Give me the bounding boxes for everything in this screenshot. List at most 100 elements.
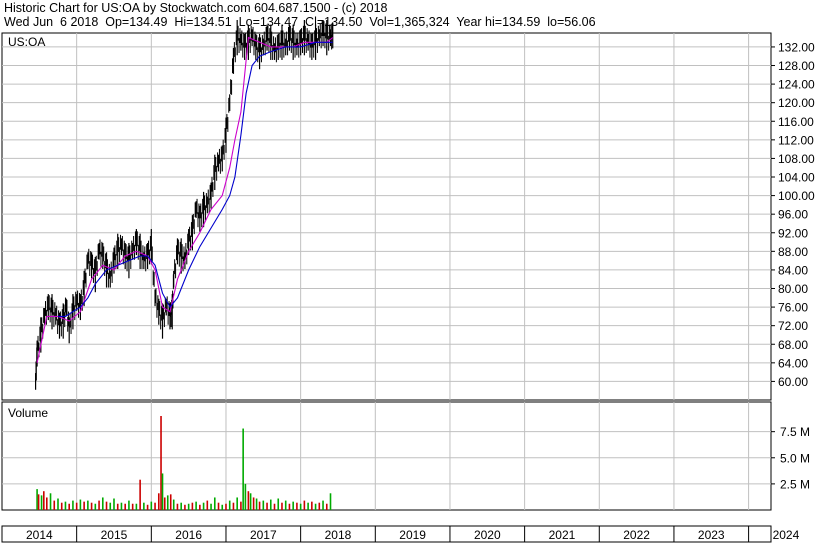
volume-y-tick-label: 2.5 M	[780, 477, 810, 491]
volume-bar	[314, 503, 317, 510]
price-y-tick-label: 100.00	[778, 189, 815, 203]
price-panel-frame	[1, 32, 772, 401]
volume-bar	[101, 497, 104, 510]
stock-chart: 132.00 128.00 124.00 120.00 116.00 112.00 108.…	[1, 19, 815, 543]
price-y-tick-label: 108.00	[778, 152, 815, 166]
volume-bar	[288, 503, 291, 510]
volume-bar	[249, 493, 252, 510]
volume-bar	[45, 497, 48, 510]
volume-bar	[57, 498, 59, 510]
volume-bar	[277, 498, 280, 510]
price-y-tick-label: 96.00	[778, 208, 808, 222]
volume-bar	[225, 503, 227, 510]
price-y-axis: 132.00 128.00 124.00 120.00 116.00 112.00 108.…	[771, 40, 815, 389]
x-tick-label: 2020	[474, 528, 501, 542]
volume-bar	[139, 479, 141, 510]
volume-bar	[160, 416, 162, 510]
volume-bar	[213, 497, 216, 510]
volume-bar	[236, 497, 238, 510]
price-y-tick-label: 112.00	[778, 133, 814, 147]
volume-bar	[199, 504, 201, 510]
volume-bar	[303, 500, 306, 510]
volume-bar	[266, 502, 268, 510]
volume-bar	[247, 491, 250, 510]
volume-bar	[157, 493, 160, 510]
price-y-tick-label: 84.00	[778, 263, 808, 277]
volume-bar	[143, 502, 145, 510]
price-y-tick-label: 80.00	[778, 282, 808, 296]
volume-bar	[172, 499, 175, 510]
volume-bar	[83, 501, 85, 510]
volume-bar	[187, 503, 190, 510]
volume-bar	[296, 502, 298, 510]
x-tick-label: 2023	[698, 528, 725, 542]
volume-bar	[150, 501, 153, 510]
volume-bar	[98, 500, 100, 510]
x-tick-label: 2016	[175, 528, 202, 542]
x-tick-label: 2018	[325, 528, 352, 542]
price-y-tick-label: 72.00	[778, 319, 808, 333]
price-y-tick-label: 128.00	[778, 59, 815, 73]
volume-bar	[49, 493, 52, 510]
volume-bar	[43, 491, 45, 510]
volume-bar	[262, 500, 265, 510]
price-y-tick-label: 120.00	[778, 96, 815, 110]
volume-bar	[128, 500, 130, 510]
volume-bar	[94, 503, 97, 510]
volume-panel-title: Volume	[8, 406, 48, 420]
volume-bar	[258, 501, 261, 510]
volume-bar	[232, 502, 235, 510]
price-y-tick-label: 104.00	[778, 171, 815, 185]
volume-bar	[307, 502, 309, 510]
volume-bar	[244, 483, 247, 510]
volume-bar	[210, 503, 212, 510]
volume-bar	[176, 503, 179, 510]
volume-bar	[325, 503, 328, 510]
volume-bar	[146, 504, 149, 510]
volume-bar	[206, 500, 209, 510]
volume-bar	[36, 489, 38, 510]
volume-bar	[135, 503, 138, 510]
price-y-tick-label: 76.00	[778, 301, 808, 315]
volume-bar	[131, 503, 134, 510]
volume-bar	[87, 500, 89, 510]
volume-bar	[195, 501, 197, 510]
volume-bar	[116, 503, 119, 510]
volume-bar	[184, 504, 186, 510]
volume-y-tick-label: 7.5 M	[780, 425, 810, 439]
volume-bar	[273, 503, 276, 510]
volume-bar	[299, 503, 302, 510]
x-tick-label: 2017	[250, 528, 277, 542]
volume-bar	[37, 494, 40, 510]
volume-bar	[281, 502, 283, 510]
volume-bar	[228, 500, 231, 510]
price-y-tick-label: 88.00	[778, 245, 808, 259]
volume-bar	[154, 502, 156, 510]
volume-bar	[311, 501, 313, 510]
volume-bar	[242, 428, 244, 510]
volume-bar	[221, 504, 224, 510]
x-tick-label: 2022	[623, 528, 650, 542]
volume-bar	[109, 502, 112, 510]
volume-bar	[64, 501, 67, 510]
price-y-tick-label: 116.00	[778, 115, 814, 129]
x-tick-label: 2015	[101, 528, 128, 542]
x-tick-label: 2024	[773, 528, 800, 542]
volume-bar	[53, 500, 56, 510]
volume-bar	[68, 503, 70, 510]
volume-bar	[113, 498, 115, 510]
volume-bar	[72, 500, 74, 510]
volume-bar	[255, 498, 258, 510]
x-tick-label: 2019	[399, 528, 426, 542]
volume-panel-frame	[1, 401, 772, 511]
volume-bar	[240, 501, 242, 510]
volume-bar	[292, 501, 294, 510]
volume-bar	[79, 499, 82, 510]
price-y-tick-label: 124.00	[778, 78, 815, 92]
volume-bar	[329, 493, 332, 510]
x-tick-label: 2021	[549, 528, 576, 542]
volume-bar	[202, 502, 205, 510]
volume-bar	[284, 500, 287, 510]
volume-bar	[105, 501, 108, 510]
volume-bar	[191, 502, 194, 510]
